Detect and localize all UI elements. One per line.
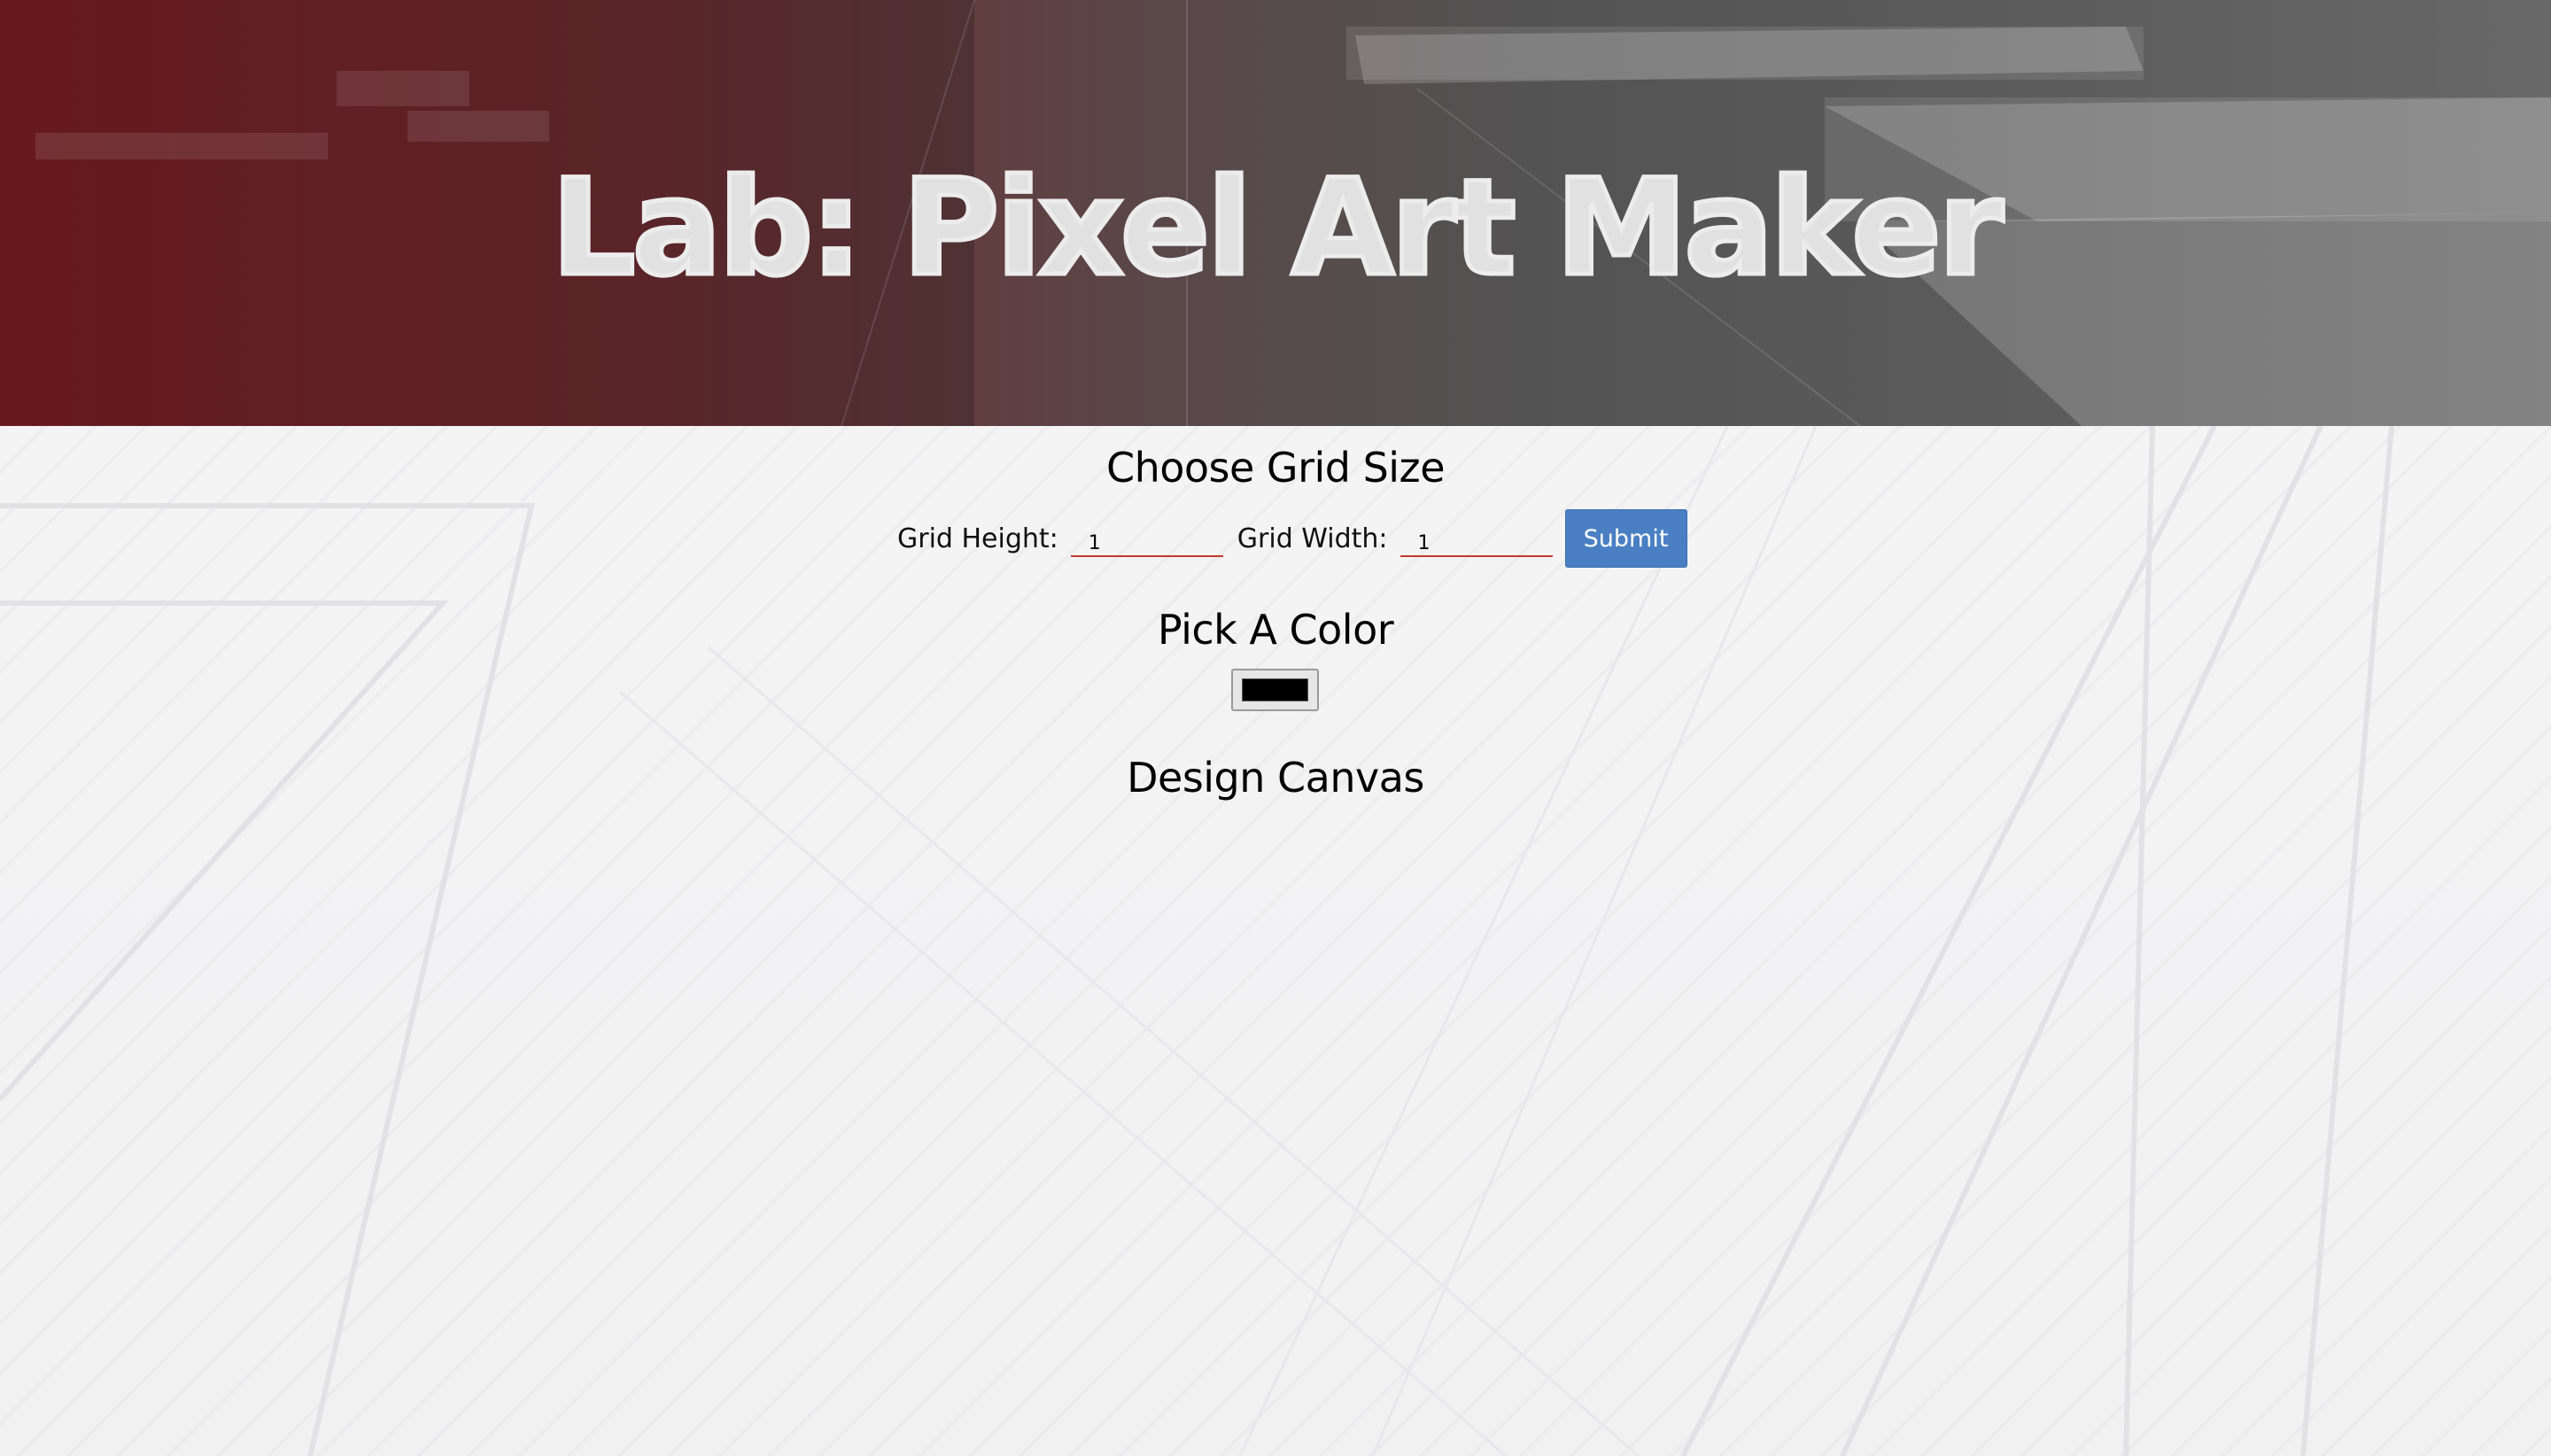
page-title: Lab: Pixel Art Maker [549, 150, 2006, 308]
color-swatch [1242, 678, 1308, 701]
grid-width-input[interactable] [1400, 520, 1553, 557]
header-banner: Lab: Pixel Art Maker [0, 0, 2551, 426]
grid-height-label: Grid Height: [897, 523, 1058, 554]
background-architecture-image [0, 426, 2551, 1456]
submit-button[interactable]: Submit [1564, 509, 1687, 568]
color-picker[interactable] [1231, 669, 1319, 711]
design-canvas-heading: Design Canvas [1127, 754, 1424, 802]
size-picker-form: Grid Height: Grid Width: Submit [897, 508, 1687, 569]
pick-color-heading: Pick A Color [1157, 606, 1394, 654]
grid-size-heading: Choose Grid Size [1105, 444, 1446, 492]
grid-width-label: Grid Width: [1237, 523, 1388, 554]
grid-height-input[interactable] [1070, 520, 1223, 557]
